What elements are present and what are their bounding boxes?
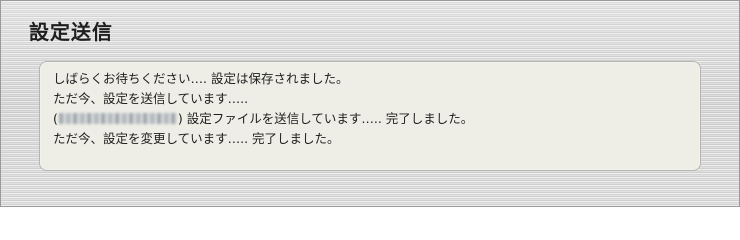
- page-title: 設定送信: [29, 20, 113, 44]
- paren-open: (: [53, 111, 58, 126]
- status-line-saved: しばらくお待ちください…. 設定は保存されました。: [53, 71, 349, 86]
- status-message-box: しばらくお待ちください…. 設定は保存されました。 ただ今、設定を送信しています…: [39, 61, 701, 171]
- file-sent-text: ) 設定ファイルを送信しています….. 完了しました。: [177, 111, 474, 126]
- window-frame: 設定送信 しばらくお待ちください…. 設定は保存されました。 ただ今、設定を送信…: [0, 0, 740, 207]
- status-line-applied: ただ今、設定を変更しています….. 完了しました。: [53, 131, 340, 146]
- redacted-device-id: [58, 113, 177, 124]
- status-line-file-sent: ( ) 設定ファイルを送信しています….. 完了しました。: [53, 109, 700, 129]
- status-line-sending: ただ今、設定を送信しています…..: [53, 91, 249, 106]
